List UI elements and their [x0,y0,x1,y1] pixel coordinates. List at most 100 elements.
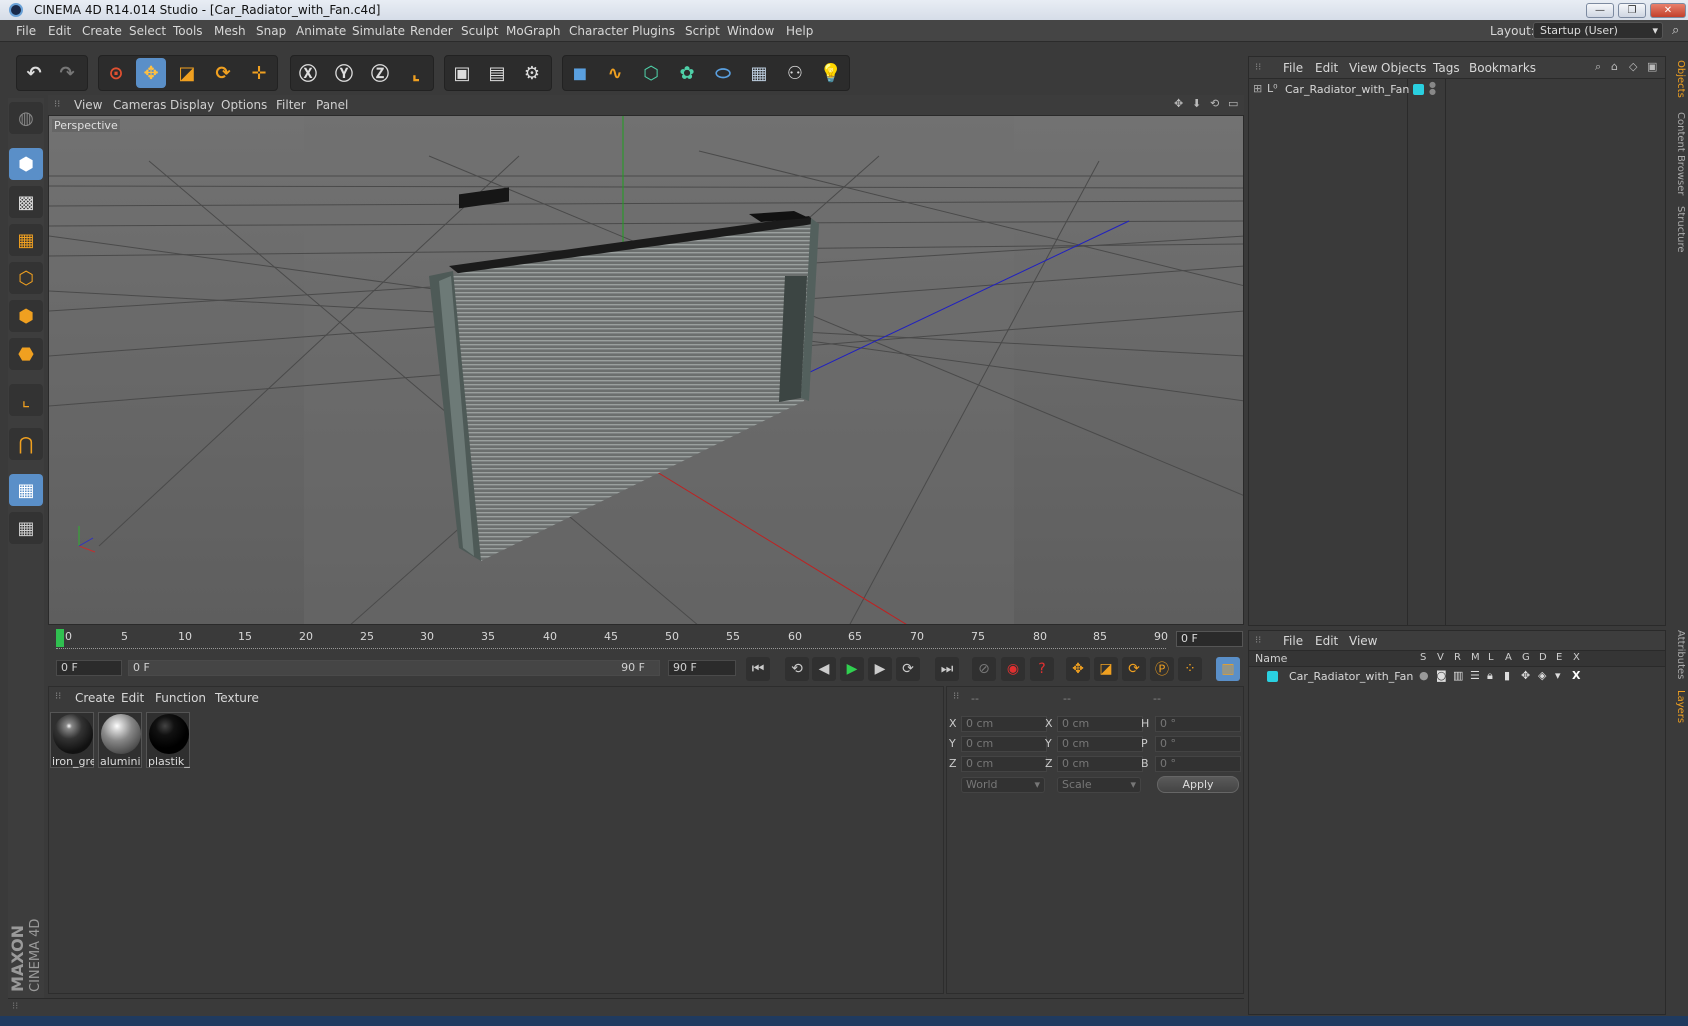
material-swatch[interactable]: plastik_l [146,712,190,768]
record-keys-icon[interactable]: ⊘ [972,657,996,681]
manager-icon[interactable]: ☰ [1470,669,1480,682]
apply-button[interactable]: Apply [1157,776,1239,793]
make-editable-icon[interactable]: ◍ [9,102,43,134]
viewport-perspective[interactable] [48,115,1244,625]
keyframe-selection-icon[interactable]: ? [1030,657,1054,681]
menu-select[interactable]: Select [129,24,166,38]
menu-tools[interactable]: Tools [173,24,203,38]
coordinate-system-icon[interactable]: ⌞ [401,58,431,88]
objects-menu-bookmarks[interactable]: Bookmarks [1469,61,1536,75]
rotation-b-field[interactable]: 0 ° [1155,756,1241,772]
render-settings-icon[interactable]: ⚙ [517,58,547,88]
menu-create[interactable]: Create [82,24,122,38]
go-to-end-icon[interactable]: ⏭ [935,657,959,681]
menu-sculpt[interactable]: Sculpt [461,24,498,38]
layout-select[interactable]: Startup (User) ▾ [1533,22,1663,39]
camera-icon[interactable]: ⚇ [780,58,810,88]
solo-icon[interactable]: ● [1419,669,1429,682]
search-icon[interactable]: ⌕ [1672,23,1679,38]
next-key-icon[interactable]: ⟳ [896,657,920,681]
points-mode-icon[interactable]: ⬡ [9,262,43,294]
key-pla-icon[interactable]: ⁘ [1178,657,1202,681]
position-z-field[interactable]: 0 cm [961,756,1047,772]
menu-mesh[interactable]: Mesh [214,24,246,38]
z-axis-icon[interactable]: Ⓩ [365,58,395,88]
new-window-icon[interactable]: ▣ [1647,60,1657,73]
edges-mode-icon[interactable]: ⬢ [9,300,43,332]
viewport-menu-view[interactable]: View [74,98,102,112]
menu-simulate[interactable]: Simulate [352,24,405,38]
light-icon[interactable]: 💡 [816,58,846,88]
snap-icon[interactable]: ⋂ [9,428,43,460]
autokey-icon[interactable]: ◉ [1001,657,1025,681]
model-mode-icon[interactable]: ⬢ [9,148,43,180]
menu-plugins[interactable]: Plugins [632,24,675,38]
move-icon[interactable]: ✥ [136,58,166,88]
viewport-menu-filter[interactable]: Filter [276,98,306,112]
size-z-field[interactable]: 0 cm [1057,756,1143,772]
end-frame-field[interactable]: 90 F [668,660,736,676]
objects-menu-tags[interactable]: Tags [1433,61,1460,75]
layers-menu-view[interactable]: View [1349,634,1377,648]
lock-icon[interactable]: 🔒︎ [1487,669,1493,683]
y-axis-icon[interactable]: Ⓨ [329,58,359,88]
key-parameter-icon[interactable]: Ⓟ [1150,657,1174,681]
material-swatch[interactable]: iron_gre [50,712,94,768]
maximize-view-icon[interactable]: ▭ [1228,97,1238,110]
start-frame-field[interactable]: 0 F [56,660,122,676]
layer-color-tag[interactable] [1413,84,1424,95]
menu-mograph[interactable]: MoGraph [506,24,561,38]
visible-icon[interactable]: ◙ [1436,669,1447,682]
objects-menu-edit[interactable]: Edit [1315,61,1338,75]
x-axis-icon[interactable]: Ⓧ [293,58,323,88]
expand-icon[interactable]: ⊞ [1253,82,1262,95]
go-to-start-icon[interactable]: ⏮ [746,657,770,681]
texture-mode-icon[interactable]: ▩ [9,186,43,218]
xref-icon[interactable]: X [1572,669,1580,682]
minimize-button[interactable]: — [1586,3,1614,18]
key-position-icon[interactable]: ✥ [1066,657,1090,681]
layers-menu-file[interactable]: File [1283,634,1303,648]
render-icon[interactable]: ▥ [1453,669,1463,682]
scale-select[interactable]: Scale ▾ [1057,777,1141,793]
menu-snap[interactable]: Snap [256,24,286,38]
timeline-ruler[interactable]: 0 5 10 15 20 25 30 35 40 45 50 55 60 65 … [48,627,1244,651]
frame-range-slider[interactable]: 0 F 90 F [128,660,660,676]
material-menu-texture[interactable]: Texture [215,691,259,705]
render-picture-viewer-icon[interactable]: ▤ [482,58,512,88]
animation-icon[interactable]: ▮ [1504,669,1510,682]
rotation-h-field[interactable]: 0 ° [1155,716,1241,732]
floor-icon[interactable]: ▦ [744,58,774,88]
material-menu-create[interactable]: Create [75,691,115,705]
material-menu-function[interactable]: Function [155,691,206,705]
tab-objects[interactable]: Objects [1670,60,1686,98]
tab-layers[interactable]: Layers [1670,690,1686,723]
menu-animate[interactable]: Animate [296,24,346,38]
tab-attributes[interactable]: Attributes [1670,630,1686,679]
menu-edit[interactable]: Edit [48,24,71,38]
workplane-mode-icon[interactable]: ▦ [9,224,43,256]
tab-structure[interactable]: Structure [1670,206,1686,253]
menu-window[interactable]: Window [727,24,774,38]
menu-help[interactable]: Help [786,24,813,38]
next-frame-icon[interactable]: ▶ [868,657,892,681]
workplane-lock-icon[interactable]: ▦ [9,474,43,506]
scale-icon[interactable]: ◪ [172,58,202,88]
object-name[interactable]: Car_Radiator_with_Fan [1285,83,1409,96]
deformer-icon[interactable]: ⬭ [708,58,738,88]
position-y-field[interactable]: 0 cm [961,736,1047,752]
objects-menu-view[interactable]: View [1349,61,1377,75]
search-icon[interactable]: ⌕ [1595,60,1601,74]
layer-row[interactable]: Car_Radiator_with_Fan ● ◙ ▥ ☰ 🔒︎ ▮ ✥ ◈ ▾… [1249,669,1665,685]
axis-mode-icon[interactable]: ⌞ [9,384,43,416]
planar-workplane-icon[interactable]: ▦ [9,512,43,544]
tab-content-browser[interactable]: Content Browser [1670,112,1686,195]
previous-frame-icon[interactable]: ◀ [812,657,836,681]
layer-color-swatch[interactable] [1267,671,1278,682]
maximize-button[interactable]: ❐ [1618,3,1646,18]
menu-character[interactable]: Character [569,24,628,38]
size-x-field[interactable]: 0 cm [1057,716,1143,732]
current-frame-field[interactable]: 0 F [1176,631,1243,647]
live-selection-icon[interactable]: ⊙ [101,58,131,88]
layer-name[interactable]: Car_Radiator_with_Fan [1289,670,1413,683]
